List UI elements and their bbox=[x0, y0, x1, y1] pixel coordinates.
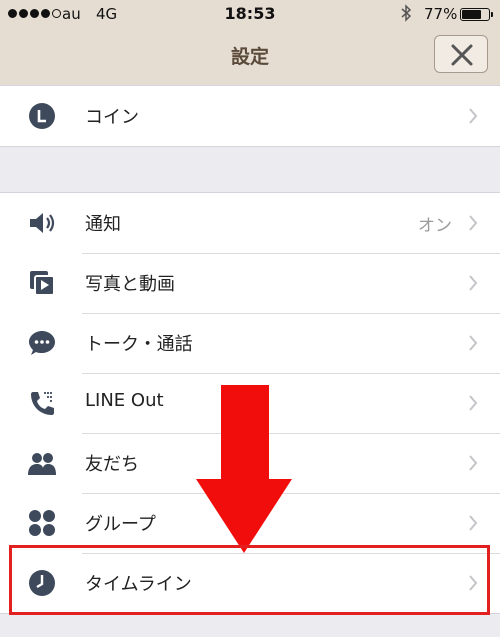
settings-row-coin[interactable]: コイン bbox=[0, 86, 500, 146]
chevron-right-icon bbox=[469, 335, 478, 351]
chevron-right-icon bbox=[469, 455, 478, 471]
speaker-icon bbox=[30, 213, 55, 233]
section-coin: コイン bbox=[0, 85, 500, 147]
settings-row-label: トーク・通話 bbox=[85, 334, 193, 355]
settings-row-label: 写真と動画 bbox=[85, 274, 175, 295]
settings-row-notifications[interactable]: 通知 オン bbox=[0, 193, 500, 253]
battery-percent: 77% bbox=[424, 5, 458, 23]
coin-icon bbox=[29, 103, 55, 129]
timeline-highlight-box bbox=[9, 545, 490, 615]
chat-bubble-icon bbox=[29, 331, 55, 355]
chevron-right-icon bbox=[469, 515, 478, 531]
top-bar: au 4G 18:53 77% 設定 bbox=[0, 0, 500, 86]
close-icon bbox=[451, 44, 473, 66]
settings-row-label: コイン bbox=[85, 107, 139, 128]
page-title: 設定 bbox=[230, 46, 269, 68]
battery-icon bbox=[460, 8, 493, 21]
settings-row-chats-calls[interactable]: トーク・通話 bbox=[0, 313, 500, 373]
settings-row-label: 通知 bbox=[85, 214, 121, 235]
down-arrow-annotation bbox=[196, 385, 292, 553]
settings-row-label: グループ bbox=[85, 514, 156, 535]
group-icon bbox=[29, 510, 55, 536]
notification-status: オン bbox=[418, 216, 452, 236]
chevron-right-icon bbox=[469, 108, 478, 124]
chevron-right-icon bbox=[469, 275, 478, 291]
status-bar: au 4G 18:53 77% bbox=[0, 0, 500, 30]
chevron-right-icon bbox=[469, 395, 478, 411]
settings-row-label: LINE Out bbox=[85, 390, 164, 411]
bluetooth-icon bbox=[400, 4, 412, 26]
friends-icon bbox=[28, 453, 56, 475]
phone-icon bbox=[31, 392, 54, 415]
settings-row-label: 友だち bbox=[85, 454, 139, 475]
chevron-right-icon bbox=[469, 215, 478, 231]
close-button[interactable] bbox=[434, 35, 488, 73]
photo-video-icon bbox=[30, 271, 55, 296]
settings-row-photos-videos[interactable]: 写真と動画 bbox=[0, 253, 500, 313]
